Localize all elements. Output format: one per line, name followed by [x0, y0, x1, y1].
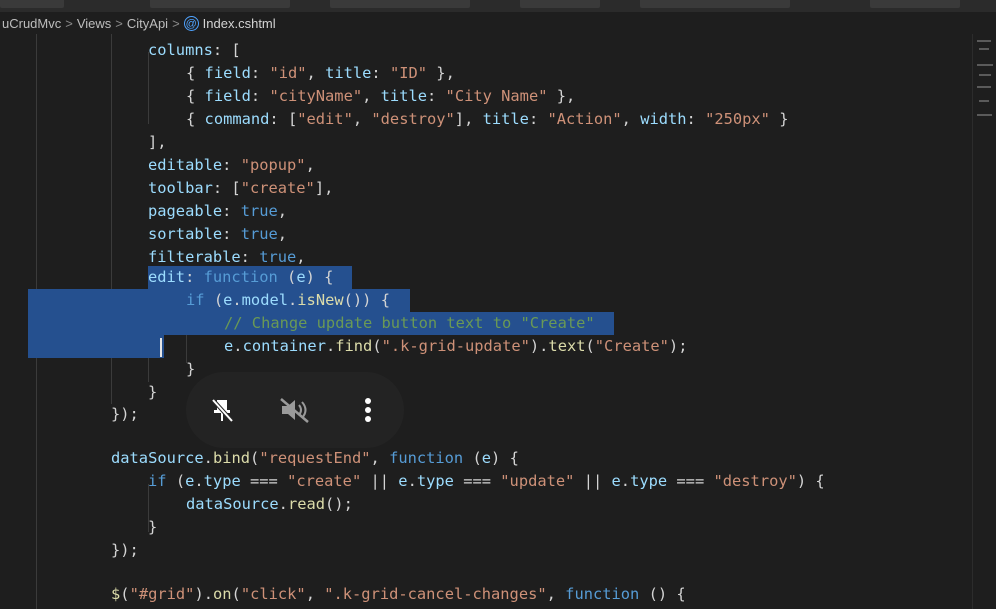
- unpin-icon: [211, 398, 234, 423]
- code-editor[interactable]: columns: [ { field: "id", title: "ID" },…: [0, 34, 972, 609]
- code-line: dataSource.bind("requestEnd", function (…: [111, 449, 519, 467]
- mute-button[interactable]: [275, 390, 315, 430]
- code-line: }: [148, 518, 158, 536]
- breadcrumb-item-views[interactable]: Views: [77, 16, 111, 31]
- code-line: }: [148, 383, 158, 401]
- code-line: editable: "popup",: [148, 156, 315, 174]
- code-line: pageable: true,: [148, 202, 288, 220]
- razor-file-icon: @: [183, 15, 199, 31]
- unpin-button[interactable]: [202, 390, 242, 430]
- editor-tab-bar: [0, 0, 996, 12]
- minimap[interactable]: [972, 34, 996, 609]
- code-line: }: [186, 360, 196, 378]
- volume-muted-icon: [280, 398, 309, 423]
- minimap-line: [979, 48, 989, 50]
- code-line: columns: [: [148, 41, 241, 59]
- text-cursor: [160, 338, 162, 357]
- minimap-line: [977, 64, 993, 66]
- editor-tab[interactable]: [640, 0, 790, 8]
- code-line: ],: [148, 133, 167, 151]
- code-line: e.container.find(".k-grid-update").text(…: [224, 337, 688, 355]
- code-line: toolbar: ["create"],: [148, 179, 334, 197]
- editor-tab[interactable]: [150, 0, 290, 8]
- editor-tab[interactable]: [520, 0, 600, 8]
- code-line: if (e.type === "create" || e.type === "u…: [148, 472, 825, 490]
- minimap-line: [979, 74, 991, 76]
- minimap-line: [979, 100, 989, 102]
- code-line: edit: function (e) {: [148, 268, 334, 286]
- breadcrumb-file[interactable]: Index.cshtml: [203, 16, 276, 31]
- code-line: { command: ["edit", "destroy"], title: "…: [186, 110, 789, 128]
- breadcrumb: uCrudMvc > Views > CityApi > @ Index.csh…: [0, 12, 962, 34]
- breadcrumb-item-cityapi[interactable]: CityApi: [127, 16, 168, 31]
- minimap-line: [977, 86, 991, 88]
- editor-tab[interactable]: [330, 0, 470, 8]
- more-options-button[interactable]: [348, 390, 388, 430]
- code-line: sortable: true,: [148, 225, 288, 243]
- minimap-line: [977, 114, 992, 116]
- text-selection: [28, 335, 164, 358]
- breadcrumb-separator: >: [115, 15, 123, 31]
- editor-tab[interactable]: [0, 0, 64, 8]
- editor-tab[interactable]: [870, 0, 960, 8]
- code-line: });: [111, 405, 139, 423]
- video-overlay-controls: [186, 372, 404, 448]
- breadcrumb-separator: >: [172, 15, 180, 31]
- indent-guide: [148, 52, 149, 124]
- code-line: });: [111, 541, 139, 559]
- code-line: dataSource.read();: [186, 495, 353, 513]
- minimap-line: [977, 40, 991, 42]
- code-line: if (e.model.isNew()) {: [186, 291, 390, 309]
- code-line: // Change update button text to "Create": [224, 314, 595, 332]
- code-line: { field: "cityName", title: "City Name" …: [186, 87, 576, 105]
- more-vertical-icon: [364, 398, 371, 422]
- code-line: $("#grid").on("click", ".k-grid-cancel-c…: [111, 585, 686, 603]
- breadcrumb-separator: >: [65, 15, 73, 31]
- code-line: { field: "id", title: "ID" },: [186, 64, 455, 82]
- breadcrumb-item-project[interactable]: uCrudMvc: [2, 16, 61, 31]
